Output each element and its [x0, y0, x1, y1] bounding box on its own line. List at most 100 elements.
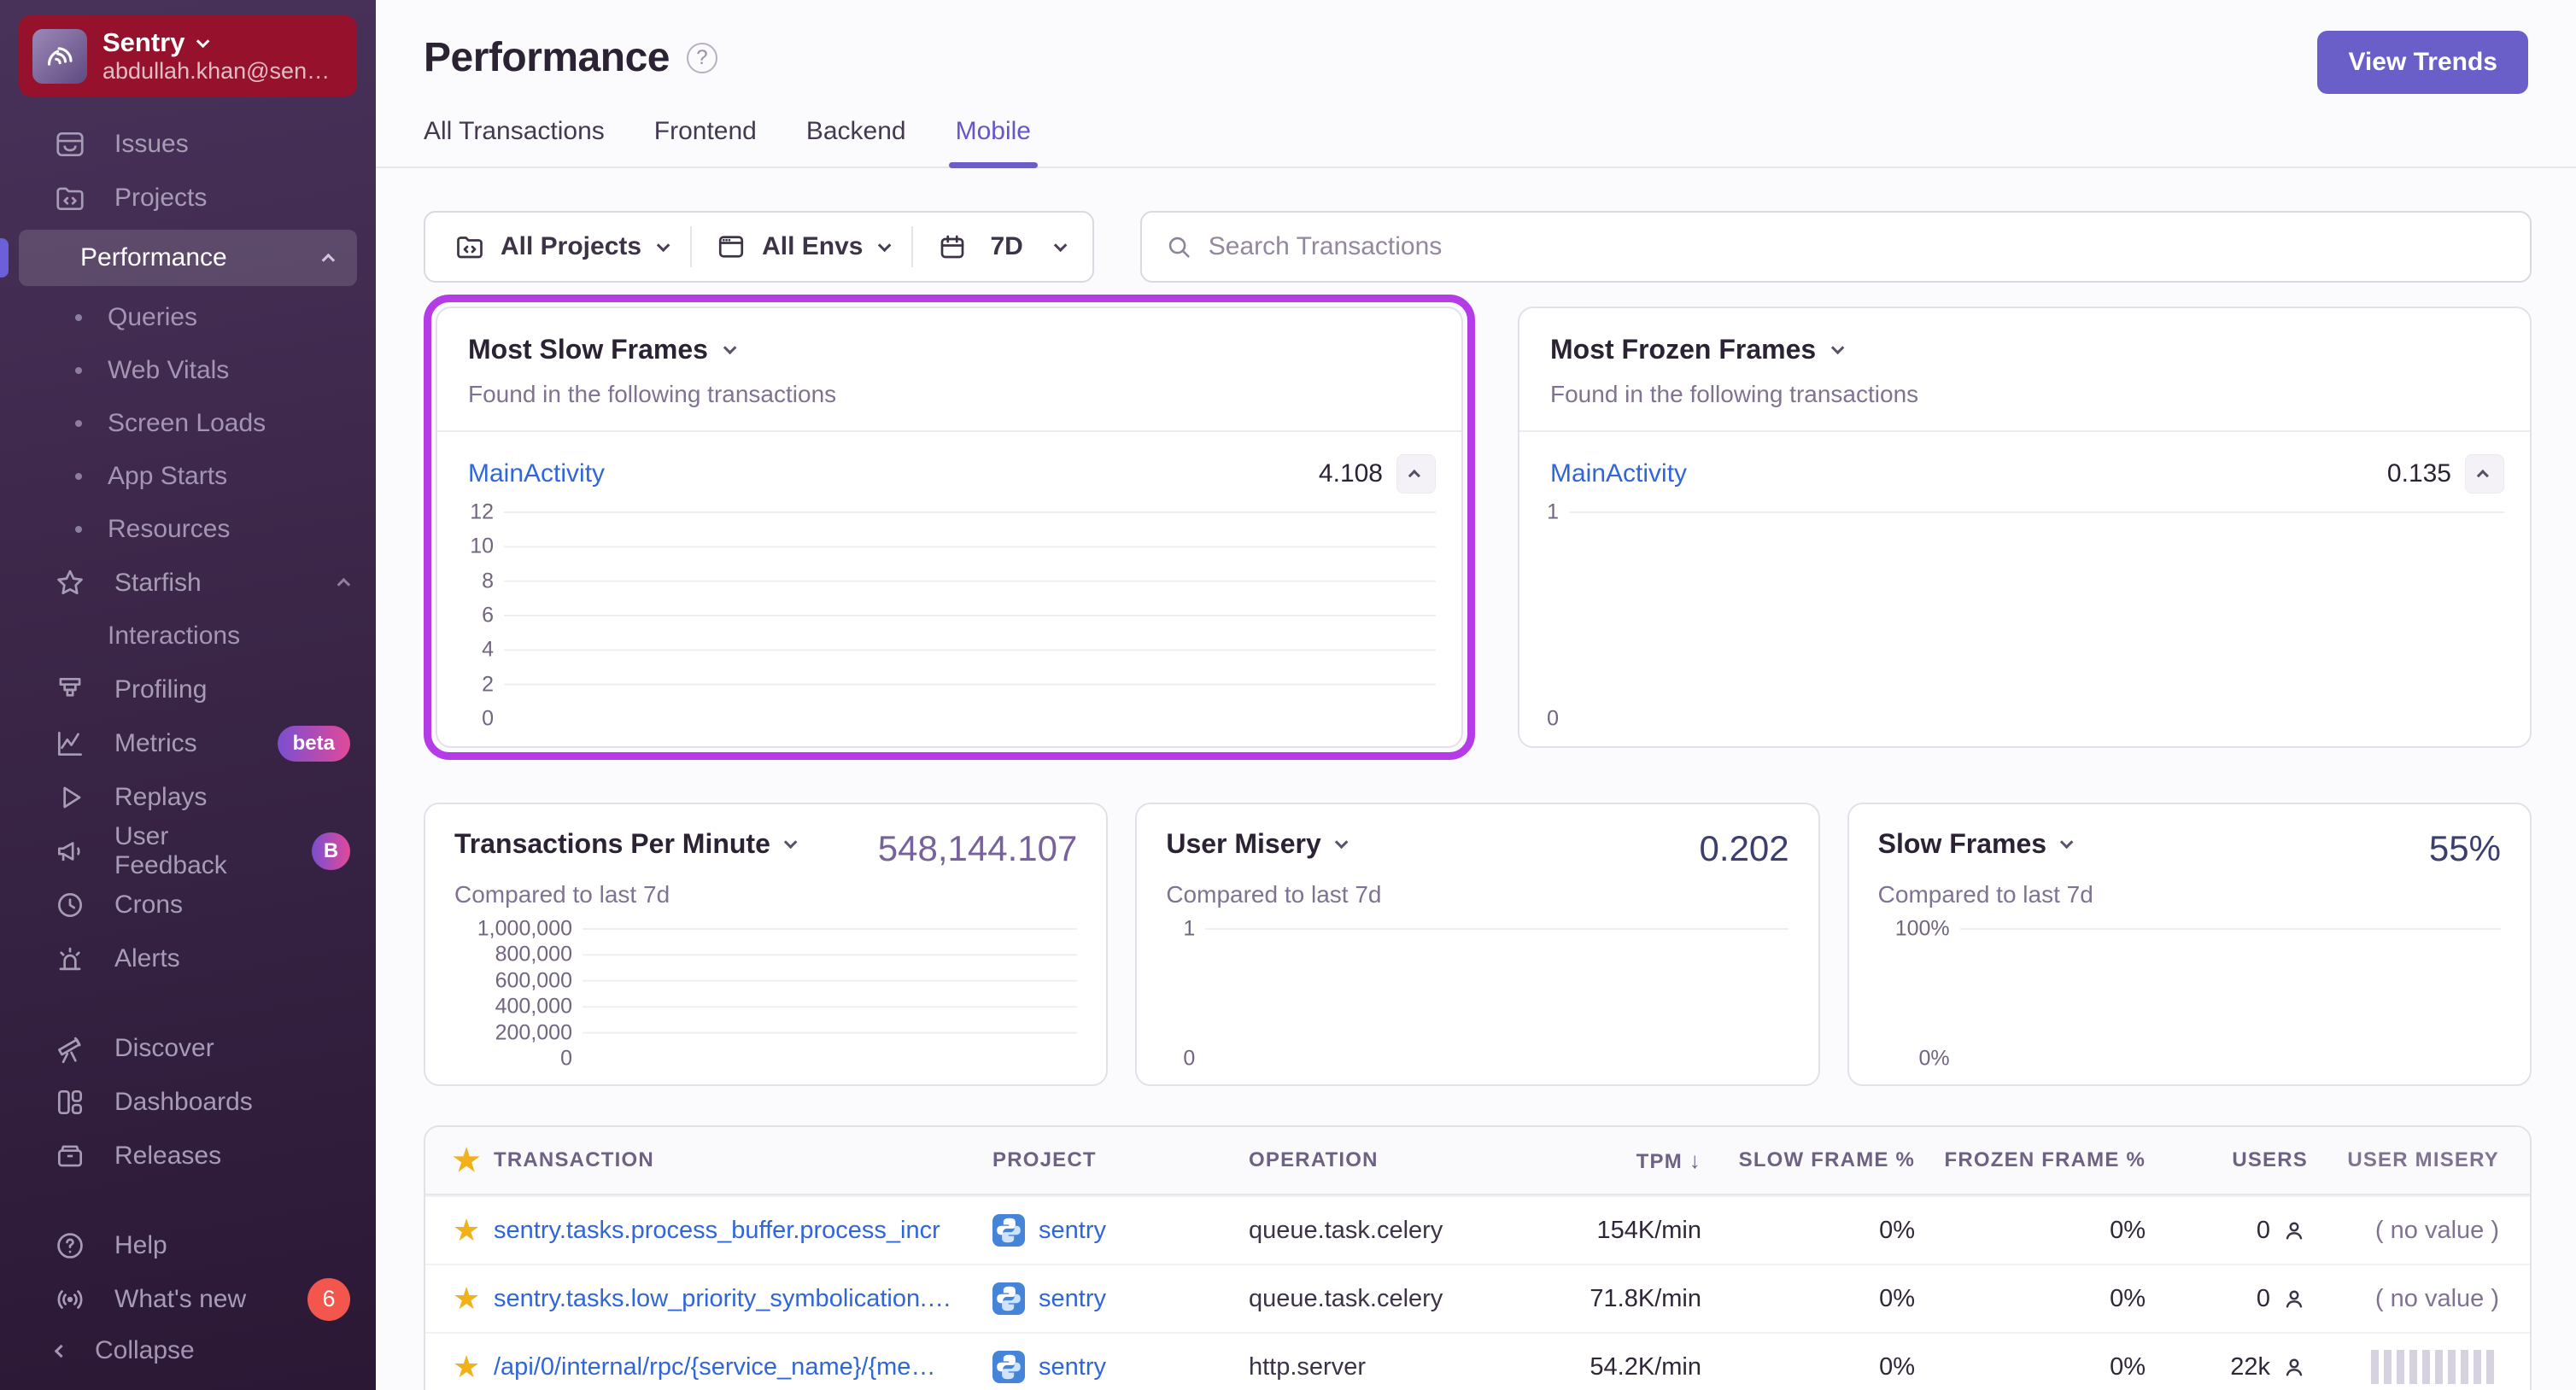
- environment-filter[interactable]: All Envs: [692, 231, 911, 262]
- sidebar-item-screen-loads[interactable]: Screen Loads: [0, 397, 376, 450]
- column-header-user-misery[interactable]: USER MISERY: [2308, 1148, 2530, 1172]
- slow-frame-cell: 0%: [1879, 1284, 1915, 1312]
- view-trends-button[interactable]: View Trends: [2317, 31, 2528, 94]
- environment-filter-label: All Envs: [762, 232, 864, 260]
- column-header-slow-frame[interactable]: SLOW FRAME %: [1701, 1148, 1915, 1172]
- project-filter-label: All Projects: [501, 232, 642, 260]
- sidebar-item-replays[interactable]: Replays: [0, 770, 376, 824]
- tab-mobile[interactable]: Mobile: [948, 117, 1039, 168]
- sentry-logo-icon: [32, 28, 87, 84]
- widget-subtitle: Compared to last 7d: [1166, 881, 1382, 908]
- column-header-frozen-frame[interactable]: FROZEN FRAME %: [1915, 1148, 2146, 1172]
- transaction-link[interactable]: MainActivity: [468, 459, 605, 488]
- widget-title-dropdown[interactable]: Transactions Per Minute: [454, 828, 798, 860]
- project-link[interactable]: sentry: [1039, 1217, 1106, 1245]
- y-axis-labels: 10: [1183, 916, 1196, 1071]
- column-header-users[interactable]: USERS: [2146, 1148, 2308, 1172]
- transaction-link[interactable]: MainActivity: [1550, 459, 1687, 488]
- content-area: All Projects All Envs 7D Search Transact…: [376, 211, 2576, 1390]
- project-link[interactable]: sentry: [1039, 1353, 1106, 1381]
- column-header-transaction[interactable]: TRANSACTION: [494, 1148, 992, 1172]
- collapse-row-button[interactable]: [2465, 454, 2504, 494]
- widget-title-dropdown[interactable]: Most Slow Frames: [468, 334, 1431, 365]
- column-header-project[interactable]: PROJECT: [992, 1148, 1249, 1172]
- chevron-down-icon: [2059, 835, 2074, 850]
- sidebar-item-interactions[interactable]: Interactions: [0, 610, 376, 663]
- y-axis-labels: 100% 0%: [1894, 916, 1950, 1071]
- sidebar-item-queries[interactable]: Queries: [0, 291, 376, 344]
- sidebar-item-label: Profiling: [114, 675, 208, 704]
- org-switcher[interactable]: Sentry abdullah.khan@sen…: [19, 15, 357, 96]
- transaction-value: 4.108: [1318, 459, 1383, 488]
- telescope-icon: [53, 1031, 87, 1066]
- sidebar-item-projects[interactable]: Projects: [0, 171, 376, 225]
- tpm-widget: Transactions Per Minute 548,144.107 Comp…: [424, 803, 1109, 1086]
- transaction-link[interactable]: sentry.tasks.process_buffer.process_incr: [494, 1217, 940, 1244]
- slow-frame-cell: 0%: [1879, 1352, 1915, 1381]
- collapse-row-button[interactable]: [1396, 454, 1436, 494]
- star-toggle[interactable]: ★: [453, 1281, 480, 1316]
- column-header-tpm[interactable]: TPM ↓: [1531, 1148, 1701, 1174]
- transaction-link[interactable]: /api/0/internal/rpc/{service_name}/{me…: [494, 1353, 935, 1381]
- widget-title-dropdown[interactable]: Most Frozen Frames: [1550, 334, 2499, 365]
- sidebar-item-app-starts[interactable]: App Starts: [0, 450, 376, 503]
- chevron-up-icon: [321, 253, 336, 266]
- sidebar-item-label: Dashboards: [114, 1087, 253, 1116]
- sidebar-item-issues[interactable]: Issues: [0, 117, 376, 171]
- search-icon: [1168, 237, 1190, 258]
- sidebar-item-label: Resources: [108, 515, 231, 543]
- tpm-cell: 54.2K/min: [1590, 1352, 1701, 1381]
- project-filter[interactable]: All Projects: [430, 231, 690, 262]
- operation-cell: queue.task.celery: [1249, 1284, 1443, 1312]
- sidebar-item-help[interactable]: Help: [0, 1218, 376, 1272]
- sidebar-item-web-vitals[interactable]: Web Vitals: [0, 344, 376, 397]
- star-toggle[interactable]: ★: [453, 1349, 480, 1384]
- sidebar-item-metrics[interactable]: Metrics beta: [0, 716, 376, 770]
- tab-all-transactions[interactable]: All Transactions: [424, 117, 605, 166]
- transaction-link[interactable]: sentry.tasks.low_priority_symbolication.…: [494, 1285, 951, 1312]
- sidebar-item-discover[interactable]: Discover: [0, 1021, 376, 1075]
- sidebar-item-dashboards[interactable]: Dashboards: [0, 1075, 376, 1129]
- chart-plot-area: [1569, 509, 2504, 722]
- star-toggle[interactable]: ★: [453, 1212, 480, 1247]
- help-circle-icon[interactable]: ?: [686, 42, 717, 73]
- chevron-down-icon: [196, 34, 210, 48]
- widget-title-dropdown[interactable]: User Misery: [1166, 828, 1349, 860]
- search-input[interactable]: [1208, 232, 2508, 261]
- date-range-filter[interactable]: 7D: [913, 231, 1086, 262]
- chevron-down-icon: [1334, 835, 1349, 850]
- sidebar-item-user-feedback[interactable]: User Feedback B: [0, 822, 376, 879]
- nav-gap: [0, 1183, 376, 1218]
- sidebar-item-crons[interactable]: Crons: [0, 878, 376, 932]
- sidebar-item-performance[interactable]: Performance: [19, 230, 357, 286]
- widget-value: 548,144.107: [877, 828, 1078, 868]
- widget-title-dropdown[interactable]: Slow Frames: [1878, 828, 2074, 860]
- sidebar-item-profiling[interactable]: Profiling: [0, 663, 376, 716]
- org-meta: Sentry abdullah.khan@sen…: [102, 27, 330, 85]
- bullet-icon: [75, 420, 82, 427]
- chart-plot-area: [1205, 926, 1789, 1062]
- table-header-row: ★ TRANSACTION PROJECT OPERATION TPM ↓ SL…: [425, 1127, 2530, 1195]
- tab-frontend[interactable]: Frontend: [654, 117, 757, 166]
- tab-backend[interactable]: Backend: [806, 117, 906, 166]
- page-title: Performance: [424, 35, 670, 80]
- date-range-label: 7D: [990, 232, 1023, 260]
- widget-value: 0.202: [1699, 828, 1789, 868]
- project-link[interactable]: sentry: [1039, 1285, 1106, 1313]
- clock-icon: [53, 888, 87, 922]
- sidebar-item-resources[interactable]: Resources: [0, 503, 376, 556]
- widget-subtitle: Compared to last 7d: [454, 881, 670, 908]
- column-header-operation[interactable]: OPERATION: [1249, 1148, 1531, 1172]
- sidebar-item-whats-new[interactable]: What's new 6: [0, 1272, 376, 1326]
- sidebar-item-starfish[interactable]: Starfish: [0, 556, 376, 610]
- chart-plot-area: [1959, 926, 2501, 1062]
- chevron-down-icon: [1831, 341, 1845, 355]
- sidebar-item-label: Projects: [114, 183, 208, 212]
- sidebar-item-alerts[interactable]: Alerts: [0, 932, 376, 985]
- tab-bar: All Transactions Frontend Backend Mobile: [376, 117, 2576, 168]
- sort-desc-icon: ↓: [1689, 1147, 1701, 1173]
- user-icon: [2286, 1290, 2303, 1308]
- table-row: ★ /api/0/internal/rpc/{service_name}/{me…: [425, 1332, 2530, 1390]
- sidebar-collapse-button[interactable]: Collapse: [0, 1326, 376, 1390]
- sidebar-item-releases[interactable]: Releases: [0, 1129, 376, 1183]
